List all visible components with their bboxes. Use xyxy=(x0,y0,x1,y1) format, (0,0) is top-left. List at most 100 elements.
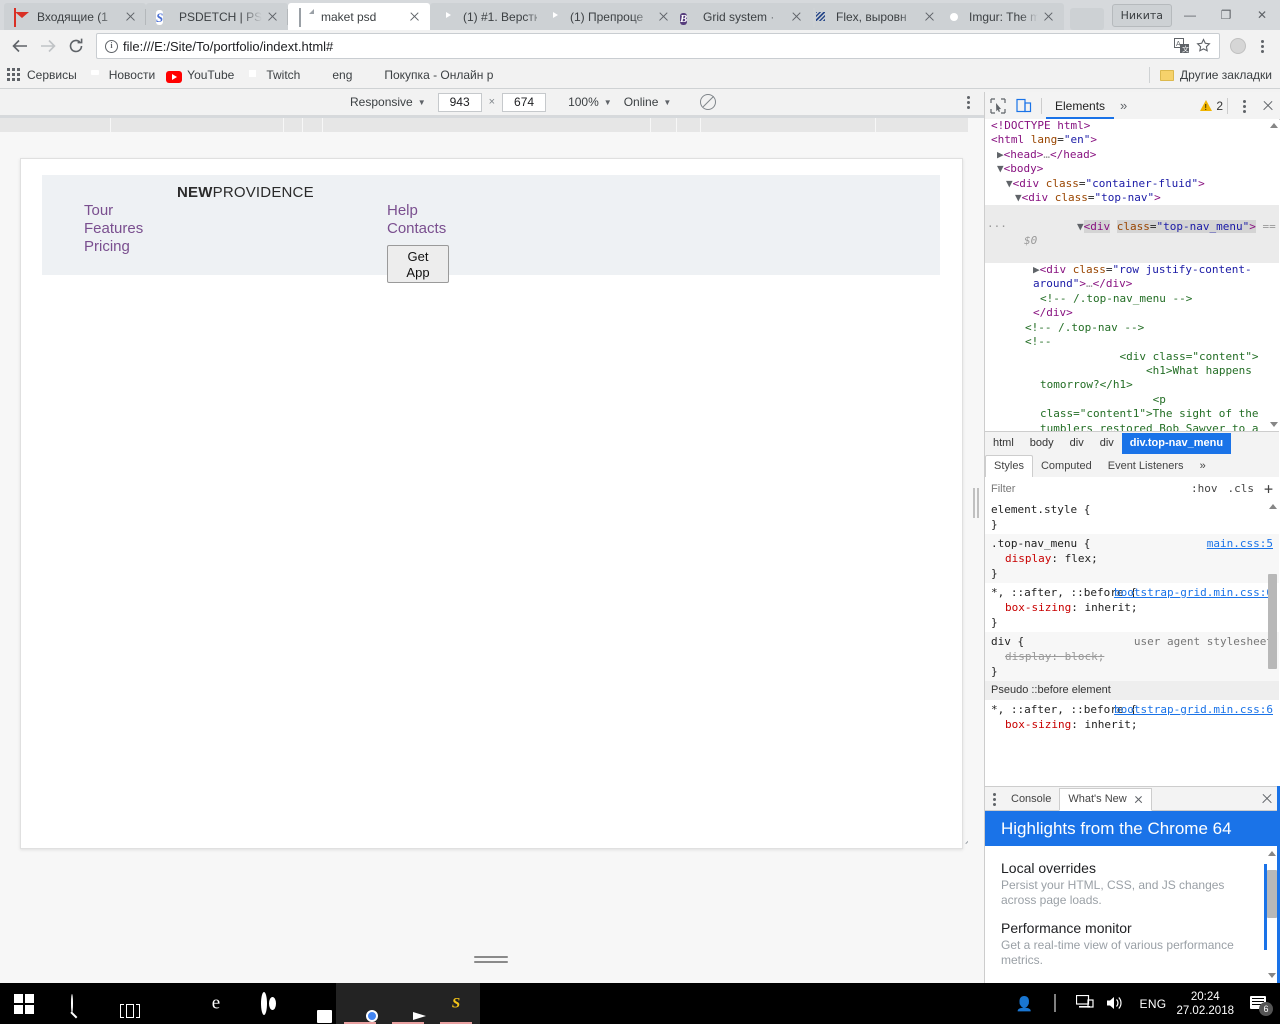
whats-new-item[interactable]: Performance monitor Get a real-time view… xyxy=(1001,920,1263,968)
no-throttling-icon[interactable] xyxy=(699,93,717,111)
bookmark-item-services[interactable]: Сервисы xyxy=(6,67,77,83)
drag-grip-icon[interactable] xyxy=(474,956,508,964)
taskbar-opera[interactable] xyxy=(240,983,288,1024)
drawer-menu-button[interactable] xyxy=(985,788,1003,810)
start-button[interactable] xyxy=(0,983,48,1024)
extension-avatar-icon[interactable] xyxy=(1226,34,1250,58)
tab-close-icon[interactable] xyxy=(1040,8,1058,26)
viewport-height-input[interactable]: 674 xyxy=(502,93,546,112)
get-app-button[interactable]: Get App xyxy=(387,245,449,283)
dom-line[interactable]: <!DOCTYPE html> xyxy=(985,119,1279,133)
maximize-button[interactable]: ❐ xyxy=(1208,2,1244,28)
style-property[interactable]: box-sizing xyxy=(991,718,1071,731)
panel-splitter[interactable] xyxy=(968,118,984,983)
warning-count-badge[interactable]: 2 xyxy=(1200,99,1223,113)
other-bookmarks-label[interactable]: Другие закладки xyxy=(1180,68,1272,82)
forward-button[interactable] xyxy=(34,32,62,60)
style-rule[interactable]: bootstrap-grid.min.css:6 *, ::after, ::b… xyxy=(985,700,1279,734)
close-window-button[interactable]: ✕ xyxy=(1244,2,1280,28)
people-icon[interactable]: 👤 xyxy=(1010,983,1040,1024)
tab-close-icon[interactable] xyxy=(264,8,282,26)
chrome-menu-button[interactable] xyxy=(1250,33,1274,59)
browser-tab[interactable]: B Grid system · xyxy=(670,3,812,30)
style-rule[interactable]: user agent stylesheet div { display: blo… xyxy=(985,632,1279,681)
style-declaration[interactable]: display: block; xyxy=(991,649,1273,664)
taskbar-search-button[interactable] xyxy=(48,983,96,1024)
style-source-link[interactable]: bootstrap-grid.min.css:6 xyxy=(1114,585,1273,600)
taskbar-sublime[interactable] xyxy=(432,983,480,1024)
style-source-link[interactable]: main.css:5 xyxy=(1207,536,1273,551)
style-declaration[interactable]: box-sizing: inherit; xyxy=(991,717,1273,732)
taskbar-file-explorer[interactable] xyxy=(288,983,336,1024)
dom-line[interactable]: <!-- /.top-nav --> xyxy=(985,321,1279,335)
page-info-icon[interactable]: i xyxy=(97,34,123,58)
dom-line[interactable]: <html lang="en"> xyxy=(985,133,1279,147)
nav-link-help[interactable]: Help xyxy=(387,202,446,220)
dom-line[interactable]: </div> xyxy=(985,306,1279,320)
scroll-down-icon[interactable] xyxy=(1268,973,1276,978)
style-value[interactable]: block xyxy=(1065,650,1098,663)
style-declaration[interactable]: display: flex; xyxy=(991,551,1273,566)
taskbar-edge[interactable] xyxy=(192,983,240,1024)
bookmark-item-twitch[interactable]: Twitch xyxy=(245,67,300,83)
tab-close-icon[interactable] xyxy=(406,8,424,26)
dom-line[interactable]: <!-- /.top-nav_menu --> xyxy=(985,292,1279,306)
hov-toggle[interactable]: :hov xyxy=(1191,482,1218,495)
nav-link-pricing[interactable]: Pricing xyxy=(84,238,143,256)
breadcrumb-div[interactable]: div xyxy=(1062,433,1092,454)
bookmark-item-youtube[interactable]: YouTube xyxy=(166,67,234,83)
throttling-select[interactable]: Online ▼ xyxy=(624,95,672,109)
clock[interactable]: 20:24 27.02.2018 xyxy=(1176,990,1234,1018)
dom-tree[interactable]: <!DOCTYPE html> <html lang="en"> ▶<head>… xyxy=(985,119,1279,431)
dom-line[interactable]: <p class="content1">The sight of the tum… xyxy=(985,393,1279,431)
bookmark-item-news[interactable]: Новости xyxy=(88,67,155,83)
dom-line-selected[interactable]: ···▼<div class="top-nav_menu"> == $0 xyxy=(985,205,1279,263)
nav-link-tour[interactable]: Tour xyxy=(84,202,143,220)
browser-tab[interactable]: (1) Препроце xyxy=(537,3,679,30)
style-source-link[interactable]: bootstrap-grid.min.css:6 xyxy=(1114,702,1273,717)
cls-toggle[interactable]: .cls xyxy=(1227,482,1254,495)
task-view-button[interactable] xyxy=(96,983,144,1024)
network-icon[interactable] xyxy=(1070,983,1100,1024)
breadcrumb-div[interactable]: div xyxy=(1092,433,1122,454)
scroll-up-icon[interactable] xyxy=(1268,851,1276,856)
style-property[interactable]: display xyxy=(991,650,1051,663)
emulated-page-frame[interactable]: NEWPROVIDENCE Tour Features Pricing Help… xyxy=(20,158,963,849)
tab-elements[interactable]: Elements xyxy=(1046,93,1114,119)
bookmark-item-pokupka[interactable]: Покупка - Онлайн р xyxy=(363,67,493,83)
dom-line[interactable]: ▶<div class="row justify-content-around"… xyxy=(985,263,1279,292)
new-style-rule-button[interactable]: + xyxy=(1264,483,1273,495)
bookmark-star-icon[interactable] xyxy=(1193,36,1215,56)
new-tab-button[interactable] xyxy=(1070,8,1104,30)
browser-tab[interactable]: Входящие (1 xyxy=(4,3,146,30)
back-button[interactable] xyxy=(6,32,34,60)
style-declaration[interactable]: box-sizing: inherit; xyxy=(991,600,1273,615)
nav-link-contacts[interactable]: Contacts xyxy=(387,220,446,238)
style-rule[interactable]: main.css:5 .top-nav_menu { display: flex… xyxy=(985,534,1279,583)
scrollbar-thumb[interactable] xyxy=(1268,574,1277,669)
nav-link-features[interactable]: Features xyxy=(84,220,143,238)
taskbar-telegram[interactable] xyxy=(384,983,432,1024)
device-toolbar-menu-button[interactable] xyxy=(956,89,980,115)
browser-tab[interactable]: S PSDETCH | PS xyxy=(146,3,288,30)
scrollbar-thumb[interactable] xyxy=(1267,870,1277,918)
styles-filter-input[interactable]: Filter xyxy=(985,483,1015,495)
dom-tree-scrollbar[interactable] xyxy=(1269,121,1278,429)
style-value[interactable]: inherit xyxy=(1084,718,1130,731)
tab-close-icon[interactable] xyxy=(122,8,140,26)
browser-tab[interactable]: Imgur: The m xyxy=(936,3,1064,30)
bookmark-item-eng[interactable]: eng xyxy=(311,67,352,83)
tab-event-listeners[interactable]: Event Listeners xyxy=(1100,455,1192,477)
breadcrumb-body[interactable]: body xyxy=(1022,433,1062,454)
language-indicator[interactable]: ENG xyxy=(1140,997,1167,1011)
taskbar-firefox[interactable] xyxy=(144,983,192,1024)
toggle-device-toolbar-icon[interactable] xyxy=(1011,93,1037,119)
style-property[interactable]: display xyxy=(991,552,1051,565)
dom-line[interactable]: <h1>What happens tomorrow?</h1> xyxy=(985,364,1279,393)
dom-line[interactable]: <!-- xyxy=(985,335,1279,349)
browser-tab[interactable]: Flex, выровн xyxy=(803,3,945,30)
reload-button[interactable] xyxy=(62,32,90,60)
devtools-menu-button[interactable] xyxy=(1232,93,1256,119)
close-icon[interactable] xyxy=(1134,795,1143,804)
profile-name-chip[interactable]: Никита xyxy=(1112,4,1172,27)
